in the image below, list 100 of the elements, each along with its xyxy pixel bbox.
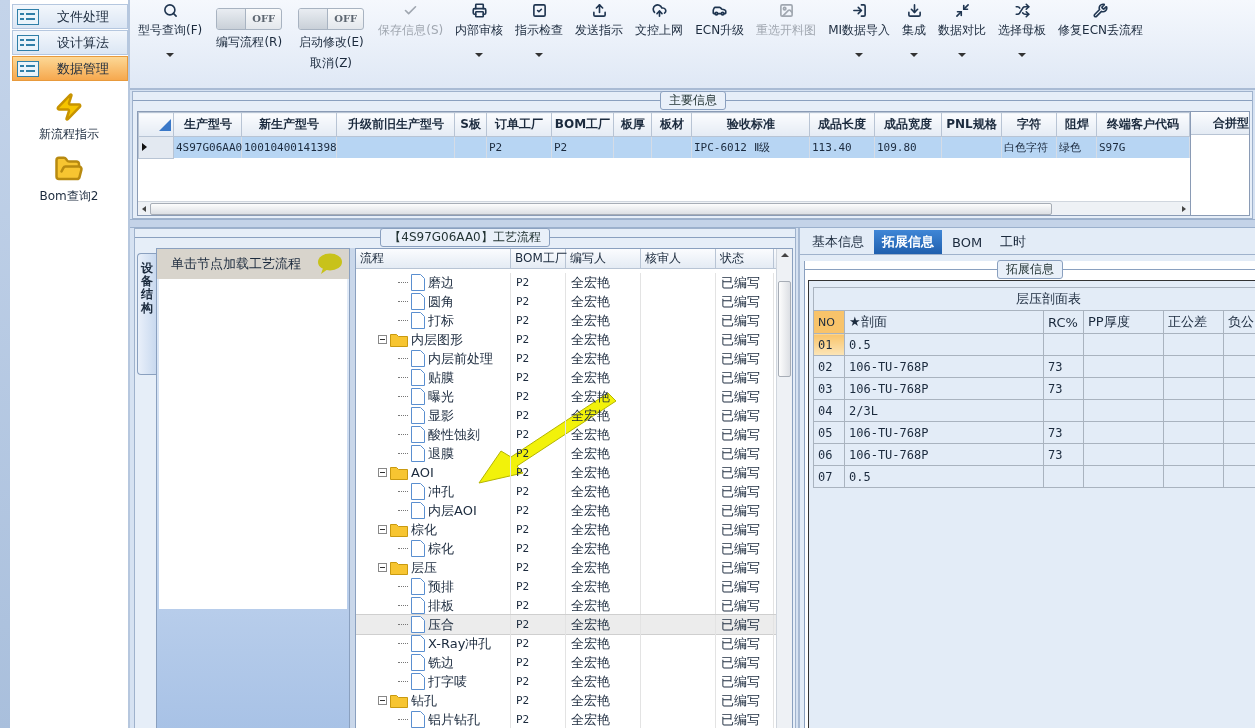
tab[interactable]: 拓展信息 bbox=[874, 230, 942, 254]
table-cell: 全宏艳 bbox=[566, 501, 641, 520]
table-cell: 已编写 bbox=[716, 691, 774, 710]
tree-row[interactable]: 铝片钻孔 P2 全宏艳 已编写 bbox=[356, 710, 776, 728]
tree-row[interactable]: 打标 P2 全宏艳 已编写 bbox=[356, 311, 776, 330]
table-cell: 已编写 bbox=[716, 311, 774, 330]
shortcut-label[interactable]: 新流程指示 bbox=[39, 126, 99, 143]
collapse-icon[interactable] bbox=[378, 563, 387, 572]
table-cell[interactable]: 04 bbox=[813, 399, 845, 422]
scroll-thumb[interactable] bbox=[150, 202, 1052, 215]
tree-row[interactable]: 压合 P2 全宏艳 已编写 bbox=[356, 615, 776, 634]
column-header[interactable]: 合拼型 bbox=[1191, 112, 1249, 135]
tree-row[interactable]: AOI P2 全宏艳 已编写 bbox=[356, 463, 776, 482]
tab[interactable]: 工时 bbox=[992, 230, 1035, 254]
table-cell[interactable]: 01 bbox=[813, 333, 845, 356]
table-cell[interactable]: 06 bbox=[813, 443, 845, 466]
enter-icon bbox=[851, 3, 867, 18]
toolbar-button[interactable]: 数据对比 bbox=[932, 3, 993, 57]
collapse-icon[interactable] bbox=[378, 525, 387, 534]
column-header[interactable]: 状态 bbox=[716, 249, 774, 268]
select-all-corner[interactable] bbox=[138, 112, 174, 137]
toolbar-button[interactable]: 修复ECN丢流程 bbox=[1052, 3, 1150, 39]
horizontal-scrollbar[interactable] bbox=[138, 201, 1190, 215]
tree-row[interactable]: X-Ray冲孔 P2 全宏艳 已编写 bbox=[356, 634, 776, 653]
column-header[interactable]: 字符 bbox=[1001, 112, 1057, 137]
collapse-icon[interactable] bbox=[378, 696, 387, 705]
column-header[interactable]: S板 bbox=[454, 112, 487, 137]
tree-row[interactable]: 棕化 P2 全宏艳 已编写 bbox=[356, 539, 776, 558]
nav-item[interactable]: 文件处理 bbox=[12, 4, 128, 29]
toolbar-button[interactable]: 选择母板 bbox=[992, 3, 1053, 57]
tab[interactable]: 基本信息 bbox=[804, 230, 872, 254]
column-header[interactable]: 板厚 bbox=[613, 112, 652, 137]
vertical-scrollbar[interactable] bbox=[776, 249, 792, 728]
column-header[interactable]: 流程 bbox=[356, 249, 511, 268]
collapse-icon[interactable] bbox=[378, 335, 387, 344]
toolbar-button[interactable]: 文控上网 bbox=[629, 3, 690, 39]
column-header[interactable]: BOM工厂 bbox=[511, 249, 566, 268]
tree-row[interactable]: 层压 P2 全宏艳 已编写 bbox=[356, 558, 776, 577]
tree-row[interactable]: 冲孔 P2 全宏艳 已编写 bbox=[356, 482, 776, 501]
toolbar-button[interactable]: 发送指示 bbox=[569, 3, 630, 39]
column-header[interactable]: 正公差 bbox=[1163, 310, 1224, 334]
column-header[interactable]: 成品宽度 bbox=[874, 112, 942, 137]
toggle-switch[interactable]: OFF bbox=[216, 8, 283, 30]
document-icon bbox=[411, 483, 425, 500]
column-header[interactable]: PNL规格 bbox=[941, 112, 1002, 137]
nav-item[interactable]: 数据管理 bbox=[12, 56, 128, 81]
table-cell[interactable]: 07 bbox=[813, 465, 845, 488]
column-header[interactable]: 验收标准 bbox=[691, 112, 810, 137]
tree-row[interactable]: 内层图形 P2 全宏艳 已编写 bbox=[356, 330, 776, 349]
table-row[interactable]: 4S97G06AA0 10010400141398 P2 P2 IPC-6012 Ⅱ级 113.40 109.80 白色字符 绿色 S97G bbox=[138, 136, 1190, 158]
tree-row[interactable]: 酸性蚀刻 P2 全宏艳 已编写 bbox=[356, 425, 776, 444]
toolbar-button[interactable]: MI数据导入 bbox=[822, 3, 897, 57]
column-header[interactable]: 板材 bbox=[651, 112, 692, 137]
column-header[interactable]: NO bbox=[813, 310, 845, 334]
tab[interactable]: BOM bbox=[944, 230, 991, 254]
tree-row[interactable]: 退膜 P2 全宏艳 已编写 bbox=[356, 444, 776, 463]
toolbar-button[interactable]: 指示检查 bbox=[509, 3, 570, 57]
column-header[interactable]: 升级前旧生产型号 bbox=[336, 112, 455, 137]
tree-row[interactable]: 预排 P2 全宏艳 已编写 bbox=[356, 577, 776, 596]
column-header[interactable]: RC% bbox=[1043, 310, 1084, 334]
tree-row[interactable]: 内层AOI P2 全宏艳 已编写 bbox=[356, 501, 776, 520]
tree-row[interactable]: 磨边 P2 全宏艳 已编写 bbox=[356, 273, 776, 292]
nav-item[interactable]: 设计算法 bbox=[12, 30, 128, 55]
column-header[interactable]: 编写人 bbox=[566, 249, 641, 268]
column-header[interactable]: BOM工厂 bbox=[551, 112, 614, 137]
tree-label: 铝片钻孔 bbox=[428, 710, 480, 728]
scroll-thumb[interactable] bbox=[778, 281, 791, 377]
document-icon bbox=[411, 673, 425, 690]
column-header[interactable]: 阻焊 bbox=[1056, 112, 1097, 137]
shortcut-label[interactable]: Bom查询2 bbox=[39, 188, 99, 205]
toolbar-button[interactable]: 型号查询(F) bbox=[132, 3, 209, 57]
table-cell: P2 bbox=[486, 136, 552, 158]
table-cell: 全宏艳 bbox=[566, 539, 641, 558]
toolbar-button[interactable]: 内部审核 bbox=[449, 3, 510, 57]
tree-row[interactable]: 打字唛 P2 全宏艳 已编写 bbox=[356, 672, 776, 691]
tree-row[interactable]: 铣边 P2 全宏艳 已编写 bbox=[356, 653, 776, 672]
tree-row[interactable]: 内层前处理 P2 全宏艳 已编写 bbox=[356, 349, 776, 368]
column-header[interactable]: 新生产型号 bbox=[241, 112, 337, 137]
column-header[interactable]: 订单工厂 bbox=[486, 112, 552, 137]
column-header[interactable]: 终端客户代码 bbox=[1096, 112, 1190, 137]
collapse-icon[interactable] bbox=[378, 468, 387, 477]
column-header[interactable]: 核审人 bbox=[641, 249, 716, 268]
toggle-switch[interactable]: OFF bbox=[298, 8, 365, 30]
document-icon bbox=[411, 407, 425, 424]
table-cell[interactable]: 02 bbox=[813, 355, 845, 378]
tree-row[interactable]: 圆角 P2 全宏艳 已编写 bbox=[356, 292, 776, 311]
column-header[interactable]: PP厚度 bbox=[1083, 310, 1164, 334]
toolbar-button[interactable]: ECN升级 bbox=[689, 3, 751, 39]
table-cell[interactable]: 05 bbox=[813, 421, 845, 444]
tree-row[interactable]: 钻孔 P2 全宏艳 已编写 bbox=[356, 691, 776, 710]
table-cell[interactable]: 03 bbox=[813, 377, 845, 400]
column-header[interactable]: 生产型号 bbox=[173, 112, 242, 137]
tree-row[interactable]: 贴膜 P2 全宏艳 已编写 bbox=[356, 368, 776, 387]
lightning-icon[interactable] bbox=[54, 92, 84, 122]
toolbar-button[interactable]: 集成 bbox=[896, 3, 933, 57]
column-header[interactable]: ★剖面 bbox=[844, 310, 1044, 334]
tree-row[interactable]: 棕化 P2 全宏艳 已编写 bbox=[356, 520, 776, 539]
table-cell: 106-TU-768P bbox=[844, 377, 1044, 400]
column-header[interactable]: 成品长度 bbox=[809, 112, 875, 137]
side-tab[interactable]: 设备结构 bbox=[137, 253, 156, 375]
